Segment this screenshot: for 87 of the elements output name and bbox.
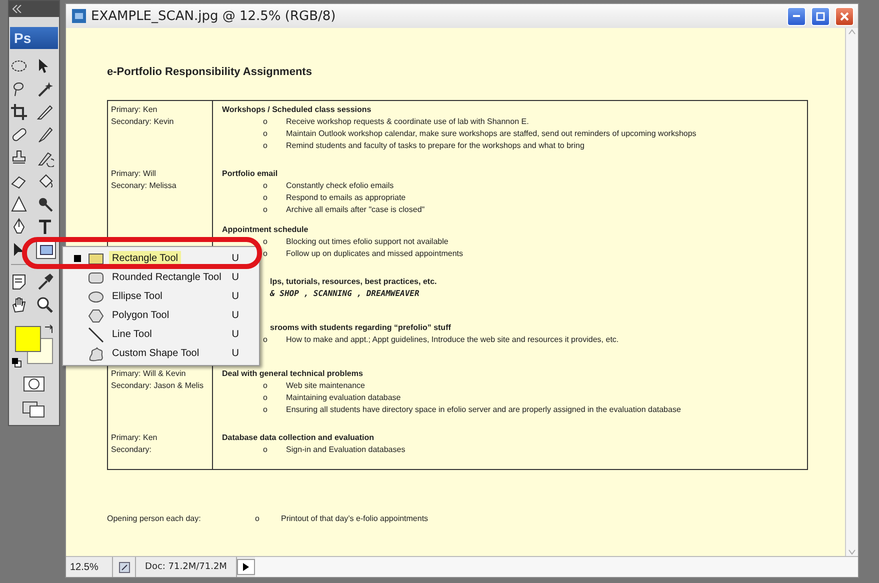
app-logo: Ps bbox=[10, 27, 58, 49]
section-heading: Workshops / Scheduled class sessions bbox=[222, 104, 372, 116]
primary-text: Primary: Ken bbox=[111, 432, 158, 444]
section-heading: Portfolio email bbox=[222, 168, 278, 180]
bullet-text: Constantly check efolio emails bbox=[286, 180, 394, 192]
brush-icon[interactable] bbox=[36, 126, 54, 144]
color-swatches[interactable] bbox=[15, 326, 55, 366]
bullet-mark: o bbox=[263, 140, 268, 152]
bullet-mark: o bbox=[263, 192, 268, 204]
primary-text: Primary: Ken bbox=[111, 104, 158, 116]
collapse-icon[interactable] bbox=[12, 5, 22, 13]
burn-icon[interactable] bbox=[36, 195, 54, 213]
knife-icon[interactable] bbox=[36, 103, 54, 121]
secondary-text: Seconary: Melissa bbox=[111, 180, 178, 192]
bullet-mark: o bbox=[255, 514, 260, 523]
crop-icon[interactable] bbox=[10, 103, 28, 121]
custom-shape-icon[interactable] bbox=[87, 344, 105, 362]
bullet-mark: o bbox=[263, 392, 268, 404]
bullet-text: Remind students and faculty of tasks to prepare for the workshops and what to bring bbox=[286, 140, 584, 152]
status-menu-button[interactable] bbox=[237, 559, 255, 575]
primary-text: Primary: Will & Kevin bbox=[111, 368, 187, 380]
bullet-mark: o bbox=[263, 128, 268, 140]
bullet-text: Web site maintenance bbox=[286, 380, 366, 392]
zoom-level[interactable]: 12.5% bbox=[66, 557, 113, 577]
secondary-text: Secondary: Kevin bbox=[111, 116, 175, 128]
document-title: e-Portfolio Responsibility Assignments bbox=[107, 66, 313, 78]
bullet-mark: o bbox=[263, 334, 268, 346]
secondary-text: Secondary: Jason & Melis bbox=[111, 380, 204, 392]
window-title: EXAMPLE_SCAN.jpg @ 12.5% (RGB/8) bbox=[91, 8, 337, 24]
footer-label: Opening person each day: bbox=[107, 514, 202, 523]
minimize-icon bbox=[793, 15, 800, 17]
bullet-mark: o bbox=[263, 248, 268, 260]
bullet-mark: o bbox=[263, 204, 268, 216]
rectangle-tool-button[interactable] bbox=[36, 241, 56, 259]
status-icon[interactable] bbox=[118, 562, 130, 572]
section-heading: Appointment schedule bbox=[222, 224, 308, 236]
section-heading: srooms with students regarding “prefolio” stuff bbox=[270, 322, 451, 334]
close-button[interactable] bbox=[835, 6, 854, 26]
bullet-mark: o bbox=[263, 116, 268, 128]
section-heading: Deal with general technical problems bbox=[222, 368, 363, 380]
triangle-icon[interactable] bbox=[10, 195, 28, 213]
bullet-mark: o bbox=[263, 444, 268, 456]
line-icon[interactable] bbox=[87, 326, 105, 344]
bullet-mark: o bbox=[263, 236, 268, 248]
bullet-text: Maintaining evaluation database bbox=[286, 392, 401, 404]
section-heading: lps, tutorials, resources, best practices, etc. bbox=[270, 276, 437, 288]
bullet-text: Blocking out times efolio support not available bbox=[286, 236, 448, 248]
play-triangle-icon bbox=[243, 563, 249, 571]
ps-file-icon bbox=[72, 9, 86, 23]
bullet-text: Printout of that day’s e-folio appointments bbox=[281, 514, 428, 523]
menu-item[interactable]: Polygon Tool U bbox=[63, 306, 259, 325]
polygon-icon[interactable] bbox=[87, 306, 105, 324]
default-colors-icon[interactable] bbox=[12, 358, 22, 368]
secondary-text: Secondary: bbox=[111, 444, 152, 456]
quick-mask-icon[interactable] bbox=[23, 376, 45, 392]
menu-item[interactable]: Rounded Rectangle Tool U bbox=[63, 268, 259, 287]
bullet-mark: o bbox=[263, 380, 268, 392]
minimize-button[interactable] bbox=[787, 6, 806, 26]
horizontal-scrollbar[interactable] bbox=[255, 557, 858, 577]
menu-item[interactable]: Line Tool U bbox=[63, 325, 259, 344]
type-icon[interactable] bbox=[36, 218, 54, 236]
handwritten-note: & SHOP , SCANNING , DREAMWEAVER bbox=[270, 288, 420, 300]
bullet-text: How to make and appt.; Appt guidelines, Introduce the web site and resources it provides, etc. bbox=[286, 334, 619, 346]
bullet-text: Receive workshop requests & coordinate use of lab with Shannon E. bbox=[286, 116, 529, 128]
bullet-text: Maintain Outlook workshop calendar, make sure workshops are staffed, send out reminders of upcoming workshops bbox=[286, 128, 696, 140]
zoom-icon[interactable] bbox=[36, 296, 54, 314]
maximize-button[interactable] bbox=[811, 6, 830, 26]
section-heading: Database data collection and evaluation bbox=[222, 432, 374, 444]
bullet-text: Archive all emails after "case is closed" bbox=[286, 204, 425, 216]
primary-text: Primary: Will bbox=[111, 168, 157, 180]
screen-mode-icon[interactable] bbox=[22, 400, 46, 418]
bullet-mark: o bbox=[263, 404, 268, 416]
menu-item[interactable]: Ellipse Tool U bbox=[63, 287, 259, 306]
notes-icon[interactable] bbox=[10, 273, 28, 291]
close-icon bbox=[840, 12, 849, 20]
hand-icon[interactable] bbox=[10, 296, 28, 314]
magic-wand-icon[interactable] bbox=[36, 80, 54, 98]
rectangle-icon bbox=[40, 245, 52, 255]
bullet-text: Sign-in and Evaluation databases bbox=[286, 444, 406, 456]
eyedropper-icon[interactable] bbox=[36, 273, 54, 291]
menu-item[interactable]: Custom Shape Tool U bbox=[63, 344, 259, 363]
swap-arrows-icon[interactable] bbox=[44, 324, 54, 334]
bullet-text: Respond to emails as appropriate bbox=[286, 192, 406, 204]
bullet-text: Follow up on duplicates and missed appointments bbox=[286, 248, 463, 260]
maximize-icon bbox=[816, 12, 825, 20]
bullet-mark: o bbox=[263, 180, 268, 192]
bullet-text: Ensuring all students have directory space in efolio server and are properly assigned in the evaluation database bbox=[286, 404, 681, 416]
